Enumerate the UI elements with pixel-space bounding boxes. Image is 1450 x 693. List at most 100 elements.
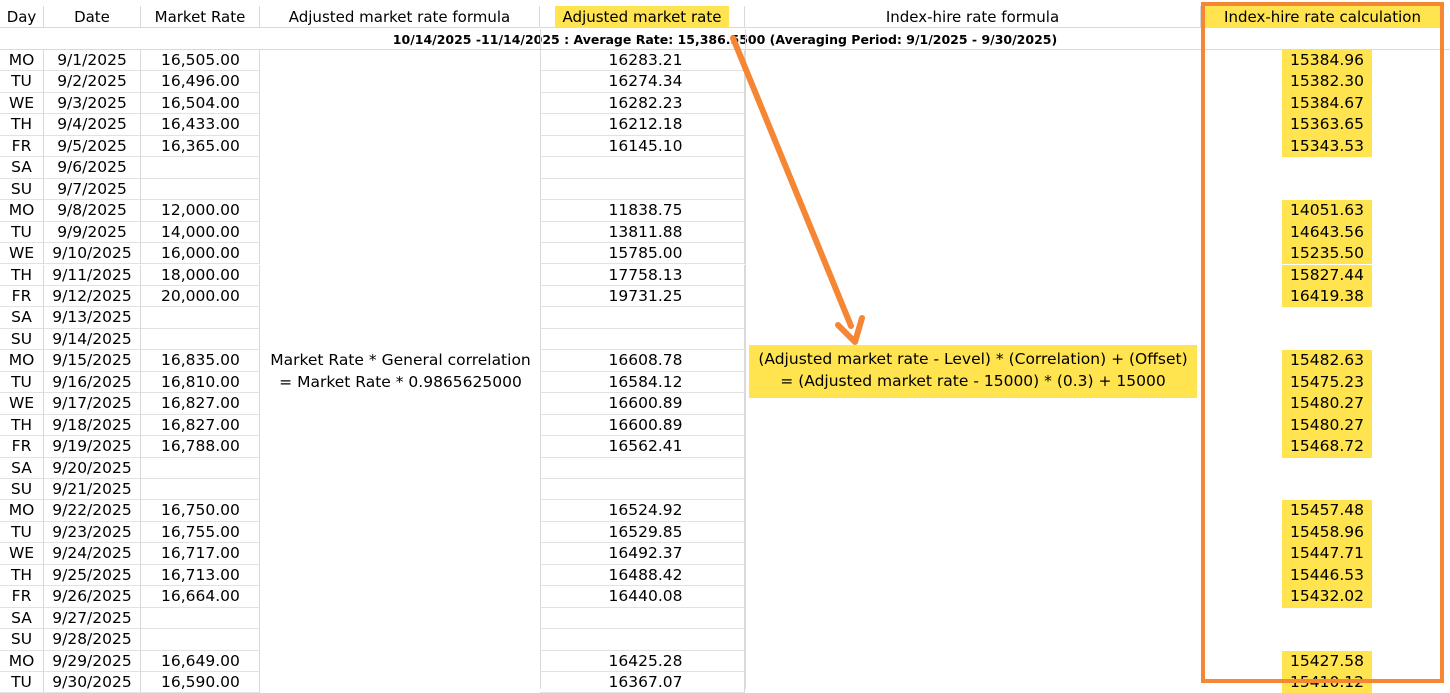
day-cell[interactable]: TH [0,414,44,437]
index-hire-cell[interactable] [1282,608,1372,629]
adjusted-rate-cell[interactable] [540,629,745,651]
index-hire-cell[interactable]: 14051.63 [1282,200,1372,222]
date-cell[interactable]: 9/25/2025 [44,564,141,587]
adjusted-rate-cell[interactable]: 16584.12 [540,371,745,394]
index-hire-cell[interactable]: 15447.71 [1282,543,1372,565]
date-cell[interactable]: 9/21/2025 [44,479,141,501]
day-cell[interactable]: SU [0,629,44,651]
market-rate-cell[interactable]: 18,000.00 [141,264,260,286]
date-cell[interactable]: 9/22/2025 [44,500,141,522]
market-rate-cell[interactable]: 16,664.00 [141,586,260,608]
market-rate-cell[interactable]: 16,000.00 [141,243,260,265]
date-cell[interactable]: 9/28/2025 [44,629,141,651]
index-hire-cell[interactable] [1282,157,1372,178]
day-cell[interactable]: SU [0,178,44,201]
day-cell[interactable]: SU [0,479,44,501]
day-cell[interactable]: WE [0,543,44,565]
index-hire-cell[interactable]: 15827.44 [1282,264,1372,286]
adjusted-rate-cell[interactable]: 16608.78 [540,350,745,372]
index-hire-cell[interactable] [1282,458,1372,479]
day-cell[interactable]: SA [0,457,44,479]
header-adjusted-rate-cell[interactable]: Adjusted market rate [540,6,745,28]
market-rate-cell[interactable]: 16,590.00 [141,672,260,693]
adjusted-rate-cell[interactable] [540,607,745,630]
index-hire-cell[interactable]: 15432.02 [1282,586,1372,608]
header-day[interactable]: Day [0,6,44,28]
header-adjusted-formula[interactable]: Adjusted market rate formula [260,6,540,28]
market-rate-cell[interactable] [141,328,260,351]
date-cell[interactable]: 9/1/2025 [44,50,141,72]
market-rate-cell[interactable] [141,307,260,329]
adjusted-rate-cell[interactable]: 16440.08 [540,586,745,608]
index-hire-cell[interactable]: 15427.58 [1282,650,1372,673]
index-hire-cell[interactable]: 15384.96 [1282,50,1372,72]
day-cell[interactable]: TH [0,264,44,286]
market-rate-cell[interactable]: 16,717.00 [141,543,260,565]
index-hire-cell[interactable]: 15446.53 [1282,564,1372,587]
adjusted-rate-cell[interactable] [540,307,745,329]
date-cell[interactable]: 9/7/2025 [44,178,141,201]
day-cell[interactable]: MO [0,500,44,522]
index-hire-cell[interactable]: 15363.65 [1282,114,1372,136]
market-rate-cell[interactable]: 16,827.00 [141,414,260,437]
index-hire-cell[interactable]: 15482.63 [1282,350,1372,372]
date-cell[interactable]: 9/18/2025 [44,414,141,437]
adjusted-rate-cell[interactable]: 15785.00 [540,243,745,265]
market-rate-cell[interactable]: 20,000.00 [141,285,260,308]
index-hire-cell[interactable]: 15468.72 [1282,436,1372,458]
market-rate-cell[interactable]: 16,835.00 [141,350,260,372]
index-hire-cell[interactable]: 15475.23 [1282,371,1372,394]
market-rate-cell[interactable] [141,457,260,479]
date-cell[interactable]: 9/23/2025 [44,521,141,544]
date-cell[interactable]: 9/24/2025 [44,543,141,565]
header-index-formula[interactable]: Index-hire rate formula [745,6,1201,28]
index-hire-cell[interactable] [1282,179,1372,200]
market-rate-cell[interactable]: 16,496.00 [141,71,260,93]
index-hire-formula[interactable]: (Adjusted market rate - Level) * (Correl… [749,345,1197,398]
day-cell[interactable]: TU [0,521,44,544]
adjusted-rate-cell[interactable]: 17758.13 [540,264,745,286]
market-rate-cell[interactable]: 16,810.00 [141,371,260,394]
market-rate-cell[interactable] [141,178,260,201]
date-cell[interactable]: 9/2/2025 [44,71,141,93]
adjusted-rate-cell[interactable]: 16367.07 [540,672,745,693]
market-rate-cell[interactable]: 12,000.00 [141,200,260,222]
index-hire-cell[interactable]: 15343.53 [1282,135,1372,158]
adjusted-rate-cell[interactable]: 16425.28 [540,650,745,673]
day-cell[interactable]: FR [0,135,44,158]
market-rate-cell[interactable]: 16,788.00 [141,436,260,458]
date-cell[interactable]: 9/5/2025 [44,135,141,158]
day-cell[interactable]: FR [0,285,44,308]
day-cell[interactable]: WE [0,92,44,115]
adjusted-rate-cell[interactable]: 16282.23 [540,92,745,115]
adjusted-rate-cell[interactable]: 16600.89 [540,393,745,415]
market-rate-cell[interactable] [141,629,260,651]
date-cell[interactable]: 9/13/2025 [44,307,141,329]
day-cell[interactable]: TH [0,114,44,136]
index-hire-cell[interactable]: 15480.27 [1282,393,1372,415]
date-cell[interactable]: 9/10/2025 [44,243,141,265]
date-cell[interactable]: 9/8/2025 [44,200,141,222]
market-rate-cell[interactable]: 16,504.00 [141,92,260,115]
index-hire-cell[interactable]: 15382.30 [1282,71,1372,93]
adjusted-rate-cell[interactable] [540,457,745,479]
date-cell[interactable]: 9/16/2025 [44,371,141,394]
date-cell[interactable]: 9/14/2025 [44,328,141,351]
day-cell[interactable]: SA [0,307,44,329]
date-cell[interactable]: 9/20/2025 [44,457,141,479]
day-cell[interactable]: TU [0,672,44,693]
adjusted-rate-cell[interactable]: 16283.21 [540,50,745,72]
day-cell[interactable]: TU [0,71,44,93]
date-cell[interactable]: 9/29/2025 [44,650,141,673]
adjusted-rate-cell[interactable]: 16524.92 [540,500,745,522]
date-cell[interactable]: 9/4/2025 [44,114,141,136]
index-hire-cell[interactable]: 15410.12 [1282,672,1372,693]
adjusted-rate-cell[interactable]: 19731.25 [540,285,745,308]
index-hire-cell[interactable]: 15457.48 [1282,500,1372,522]
header-market-rate[interactable]: Market Rate [141,6,260,28]
adjusted-rate-cell[interactable]: 13811.88 [540,221,745,244]
date-cell[interactable]: 9/12/2025 [44,285,141,308]
date-cell[interactable]: 9/15/2025 [44,350,141,372]
adjusted-rate-formula[interactable]: Market Rate * General correlation = Mark… [261,349,540,393]
index-hire-cell[interactable] [1282,629,1372,650]
